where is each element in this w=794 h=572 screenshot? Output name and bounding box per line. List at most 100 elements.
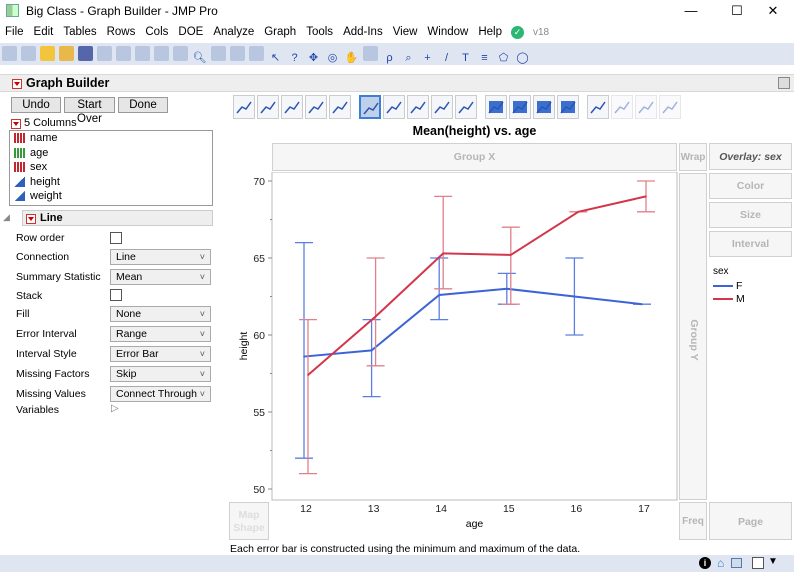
polygon-icon[interactable]: ⬠ <box>496 51 511 66</box>
interval-style-select[interactable]: Error Bar <box>110 346 211 362</box>
save-icon[interactable] <box>78 46 93 61</box>
help-icon[interactable]: ? <box>287 51 302 66</box>
group-y-zone[interactable]: Group Y <box>679 173 707 500</box>
search-icon[interactable]: 🔍︎ <box>192 51 207 66</box>
missing-values-select[interactable]: Connect Through <box>110 386 211 402</box>
target-icon[interactable]: ◎ <box>325 51 340 66</box>
variables-expand-icon[interactable]: ▷ <box>111 403 119 414</box>
menu-doe[interactable]: DOE <box>173 22 208 38</box>
menu-file[interactable]: File <box>0 22 29 38</box>
text-icon[interactable]: T <box>458 51 473 66</box>
hand-icon[interactable]: ✋ <box>344 51 359 66</box>
legend-item-M[interactable]: M <box>713 293 745 305</box>
formula-chart-icon[interactable] <box>611 95 633 119</box>
area-chart-icon[interactable] <box>407 95 429 119</box>
copy-icon[interactable] <box>116 46 131 61</box>
menu-rows[interactable]: Rows <box>102 22 141 38</box>
row-order-checkbox[interactable] <box>110 232 122 244</box>
contour-chart-icon[interactable] <box>329 95 351 119</box>
map-shapes-chart-icon[interactable] <box>635 95 657 119</box>
add-icon[interactable] <box>249 46 264 61</box>
journal-icon[interactable] <box>230 46 245 61</box>
column-item[interactable]: age <box>10 146 212 161</box>
menu-view[interactable]: View <box>388 22 423 38</box>
stack-checkbox[interactable] <box>110 289 122 301</box>
points-chart-icon[interactable] <box>233 95 255 119</box>
bar-chart-icon[interactable] <box>383 95 405 119</box>
window-select-icon[interactable] <box>752 557 764 569</box>
missing-factors-select[interactable]: Skip <box>110 366 211 382</box>
minimize-button[interactable]: — <box>668 0 714 22</box>
oval-icon[interactable]: ◯ <box>515 51 530 66</box>
data-grid-icon[interactable] <box>211 46 226 61</box>
zoom-icon[interactable]: ⌕ <box>401 51 416 66</box>
crosshair-icon[interactable]: ✥ <box>306 51 321 66</box>
columns-menu-icon[interactable] <box>11 119 21 130</box>
new-script-icon[interactable] <box>21 46 36 61</box>
mosaic-chart-icon[interactable] <box>557 95 579 119</box>
menu-add-ins[interactable]: Add-Ins <box>338 22 388 38</box>
dropdown-arrow-icon[interactable]: ▼ <box>768 556 778 567</box>
treemap-chart-icon[interactable] <box>533 95 555 119</box>
overlay-zone[interactable]: Overlay: sex <box>709 143 792 170</box>
heatmap-chart-icon[interactable] <box>485 95 507 119</box>
menu-edit[interactable]: Edit <box>29 22 59 38</box>
freq-zone[interactable]: Freq <box>679 502 707 540</box>
pin-icon[interactable] <box>778 77 790 89</box>
line-of-fit-chart-icon[interactable] <box>281 95 303 119</box>
smoother-chart-icon[interactable] <box>257 95 279 119</box>
column-item[interactable]: height <box>10 175 212 190</box>
ellipse-chart-icon[interactable] <box>305 95 327 119</box>
open-icon[interactable] <box>59 46 74 61</box>
done-button[interactable]: Done <box>118 97 168 113</box>
line-icon[interactable]: / <box>439 51 454 66</box>
page-zone[interactable]: Page <box>709 502 792 540</box>
size-zone[interactable]: Size <box>709 202 792 228</box>
undo-button[interactable]: Undo <box>11 97 61 113</box>
caption-box-chart-icon[interactable] <box>587 95 609 119</box>
start-over-button[interactable]: Start Over <box>64 97 115 125</box>
menu-graph[interactable]: Graph <box>259 22 301 38</box>
parallel-chart-icon[interactable] <box>659 95 681 119</box>
group-x-zone[interactable]: Group X <box>272 143 677 171</box>
column-item[interactable]: name <box>10 131 212 146</box>
line-chart-icon[interactable] <box>359 95 381 119</box>
color-zone[interactable]: Color <box>709 173 792 199</box>
interval-zone[interactable]: Interval <box>709 231 792 257</box>
histogram-chart-icon[interactable] <box>455 95 477 119</box>
cut-icon[interactable] <box>97 46 112 61</box>
menu-tables[interactable]: Tables <box>58 22 101 38</box>
menu-analyze[interactable]: Analyze <box>208 22 259 38</box>
info-icon[interactable]: i <box>699 557 711 569</box>
pie-chart-icon[interactable] <box>509 95 531 119</box>
error-interval-select[interactable]: Range <box>110 326 211 342</box>
python-icon[interactable] <box>40 46 55 61</box>
lasso-icon[interactable]: ρ <box>382 51 397 66</box>
column-item[interactable]: sex <box>10 160 212 175</box>
box-plot-chart-icon[interactable] <box>431 95 453 119</box>
script-icon[interactable] <box>154 46 169 61</box>
wrap-zone[interactable]: Wrap <box>679 143 707 171</box>
annotate-icon[interactable]: ≡ <box>477 51 492 66</box>
line-menu-icon[interactable] <box>26 214 36 225</box>
legend-item-F[interactable]: F <box>713 280 742 292</box>
lock-icon[interactable] <box>173 46 188 61</box>
red-triangle-menu[interactable] <box>12 79 22 90</box>
collapse-line-icon[interactable]: ◢ <box>3 212 10 223</box>
menu-help[interactable]: Help <box>473 22 507 38</box>
window-list-icon[interactable] <box>731 558 742 568</box>
summary-statistic-select[interactable]: Mean <box>110 269 211 285</box>
fill-select[interactable]: None <box>110 306 211 322</box>
brush-icon[interactable] <box>363 46 378 61</box>
menu-cols[interactable]: Cols <box>140 22 173 38</box>
paste-icon[interactable] <box>135 46 150 61</box>
column-item[interactable]: weight <box>10 189 212 204</box>
home-icon[interactable]: ⌂ <box>717 556 724 570</box>
new-table-icon[interactable] <box>2 46 17 61</box>
connection-select[interactable]: Line <box>110 249 211 265</box>
close-button[interactable]: ✕ <box>750 0 794 22</box>
menu-window[interactable]: Window <box>422 22 473 38</box>
plus-icon[interactable]: + <box>420 51 435 66</box>
arrow-icon[interactable]: ↖ <box>268 51 283 66</box>
menu-tools[interactable]: Tools <box>301 22 338 38</box>
